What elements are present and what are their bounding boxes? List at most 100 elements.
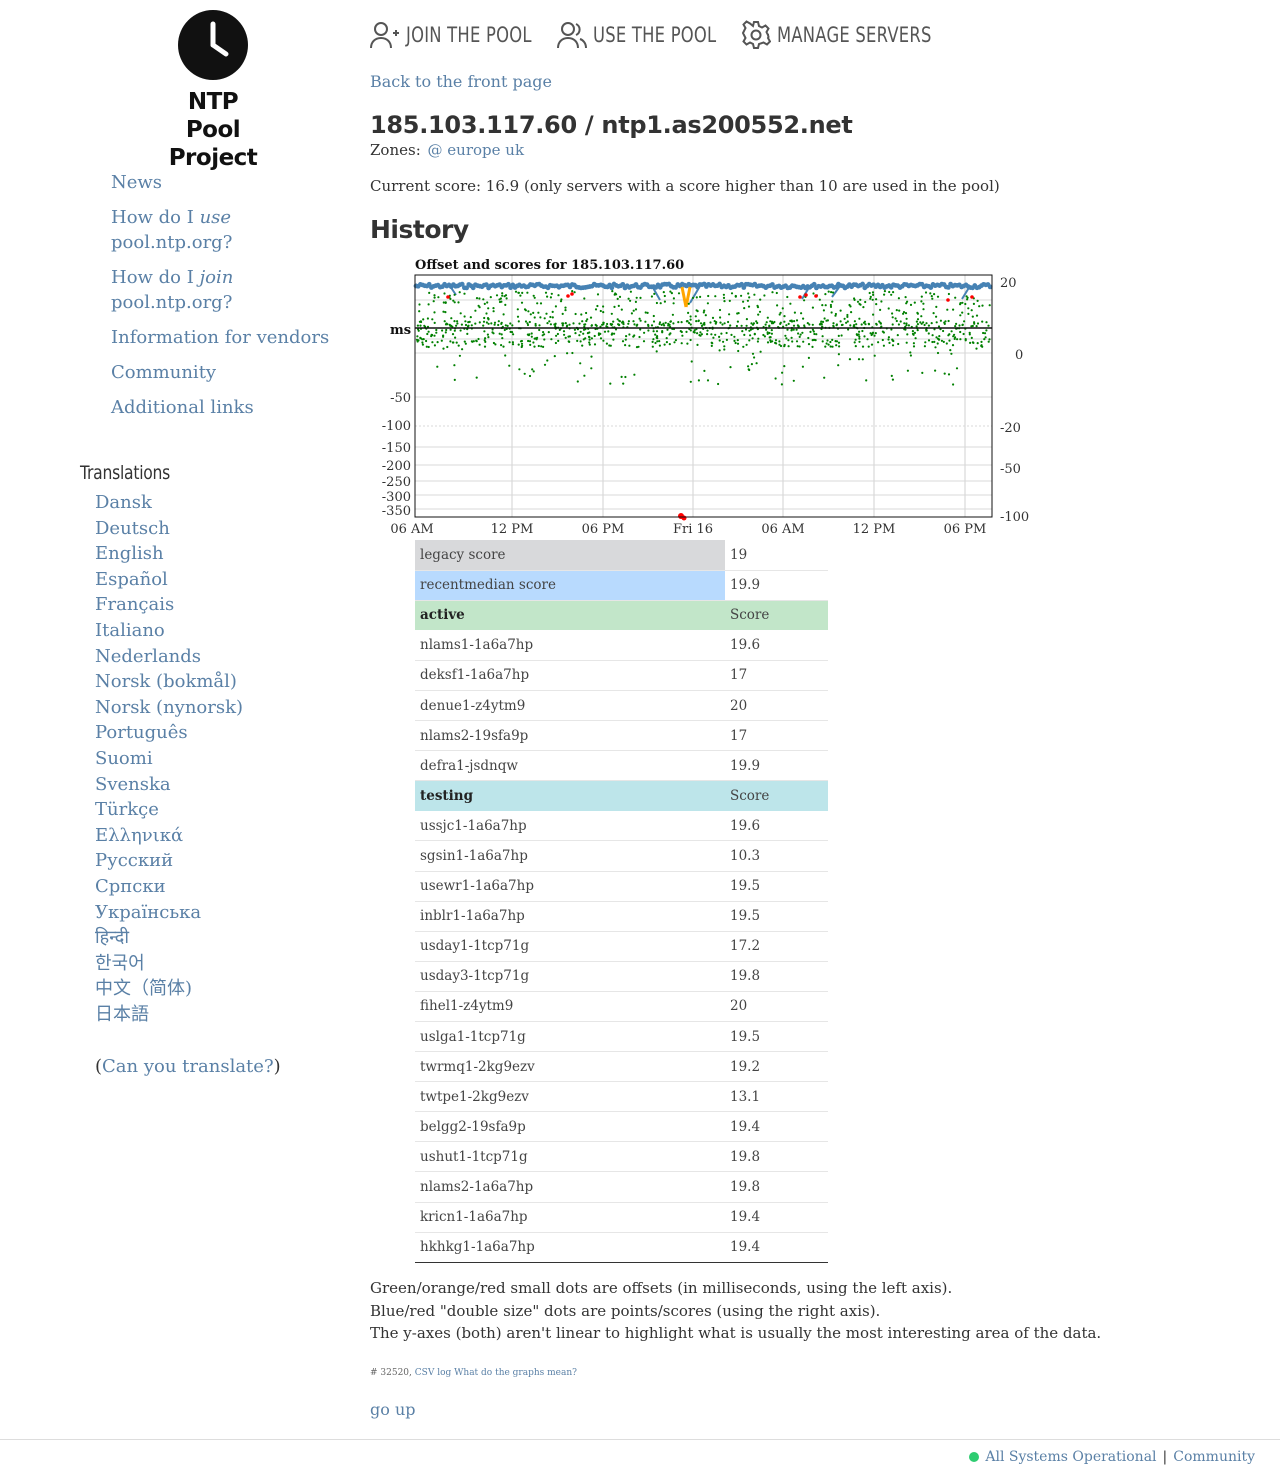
monitor-name-cell: active <box>415 600 725 631</box>
offset-point <box>511 324 514 327</box>
zones-link[interactable]: @ europe uk <box>428 141 525 159</box>
language-link[interactable]: Deutsch <box>95 518 170 539</box>
table-row: usday3-1tcp71g 19.8 <box>415 961 828 992</box>
use-the-pool-link[interactable]: USE THE POOL <box>557 20 721 50</box>
monitor-score-cell: 20 <box>725 991 828 1023</box>
y-left-tick-label: -350 <box>382 504 411 519</box>
offset-point <box>526 322 529 325</box>
offset-point <box>511 343 515 346</box>
go-up-link[interactable]: go up <box>370 1400 416 1419</box>
offset-point <box>472 340 475 343</box>
language-link[interactable]: Українська <box>95 902 201 923</box>
offset-point <box>864 300 867 304</box>
back-to-front-page-link[interactable]: Back to the front page <box>370 72 1250 91</box>
offset-point <box>905 317 908 320</box>
offset-point <box>689 338 692 342</box>
offset-point <box>831 338 834 341</box>
offset-point <box>858 330 861 333</box>
can-you-translate-link[interactable]: Can you translate? <box>102 1056 274 1077</box>
language-link[interactable]: Dansk <box>95 492 152 513</box>
footer-community-link[interactable]: Community <box>1173 1449 1255 1465</box>
nav-community[interactable]: Community <box>111 360 341 385</box>
monitor-name-cell: ussjc1-1a6a7hp <box>415 810 725 842</box>
join-the-pool-link[interactable]: JOIN THE POOL <box>370 20 537 50</box>
language-link[interactable]: Nederlands <box>95 646 201 667</box>
offset-point <box>680 321 683 324</box>
offset-point <box>689 323 692 326</box>
language-link[interactable]: 中文（简体) <box>95 978 192 999</box>
offset-point <box>581 320 584 323</box>
nav-how-use[interactable]: How do I use pool.ntp.org? <box>111 205 341 255</box>
language-link[interactable]: 日本語 <box>95 1004 149 1025</box>
csv-log-link[interactable]: CSV log <box>415 1368 451 1378</box>
graph-meta: # 32520, CSV log What do the graphs mean… <box>370 1368 577 1378</box>
table-row: nlams2-1a6a7hp 19.8 <box>415 1171 828 1203</box>
table-row: usday1-1tcp71g 17.2 <box>415 931 828 962</box>
offset-point <box>829 340 832 344</box>
offset-point <box>940 339 944 342</box>
offset-point <box>861 329 864 333</box>
offset-point <box>639 296 642 299</box>
language-link[interactable]: 한국어 <box>95 953 145 974</box>
language-link[interactable]: Svenska <box>95 774 171 795</box>
offset-point <box>880 300 883 303</box>
offset-point <box>498 332 501 335</box>
language-link[interactable]: Português <box>95 722 188 743</box>
offset-point <box>755 320 758 323</box>
offset-point <box>811 339 814 342</box>
offset-point <box>792 324 796 327</box>
y-right-tick-label: 20 <box>1000 276 1017 291</box>
offset-point <box>971 315 974 318</box>
offset-point <box>478 321 481 324</box>
offset-point <box>887 307 890 310</box>
nav-additional-links[interactable]: Additional links <box>111 395 341 420</box>
offset-point <box>666 328 669 331</box>
nav-how-join[interactable]: How do I join pool.ntp.org? <box>111 265 341 315</box>
monitor-score-cell: 19.6 <box>725 630 828 661</box>
graph-help-link[interactable]: What do the graphs mean? <box>454 1368 577 1378</box>
offset-point <box>947 292 951 296</box>
language-link[interactable]: हिन्दी <box>95 927 129 948</box>
offset-point <box>837 341 841 344</box>
offset-point <box>801 365 804 368</box>
offset-point <box>964 302 967 306</box>
language-link[interactable]: Norsk (nynorsk) <box>95 697 243 718</box>
manage-servers-link[interactable]: MANAGE SERVERS <box>741 20 945 50</box>
monitor-score-cell: 17 <box>725 720 828 752</box>
offset-point <box>853 298 856 301</box>
status-bar: All Systems Operational | Community <box>969 1449 1255 1465</box>
language-link[interactable]: Norsk (bokmål) <box>95 671 237 692</box>
language-link[interactable]: Српски <box>95 876 166 897</box>
language-link[interactable]: Ελληνικά <box>95 825 183 846</box>
offset-point <box>746 299 749 302</box>
language-link[interactable]: Français <box>95 594 174 615</box>
language-link[interactable]: Suomi <box>95 748 153 769</box>
offset-point <box>722 296 726 299</box>
offset-point <box>469 316 472 319</box>
language-item: Português <box>95 720 320 746</box>
language-link[interactable]: English <box>95 543 164 564</box>
offset-point <box>697 319 700 322</box>
language-link[interactable]: Español <box>95 569 168 590</box>
offset-point <box>698 334 701 337</box>
offset-point <box>609 382 612 385</box>
language-link[interactable]: Русский <box>95 850 173 871</box>
nav-news[interactable]: News <box>111 170 341 195</box>
offset-point <box>663 324 666 327</box>
offset-point <box>517 343 520 346</box>
offset-point <box>866 338 869 341</box>
language-item: English <box>95 541 320 567</box>
system-status-link[interactable]: All Systems Operational <box>985 1449 1156 1465</box>
offset-point <box>442 310 445 313</box>
offset-point <box>736 339 739 342</box>
site-logo[interactable]: NTP Pool Project <box>160 10 266 172</box>
offset-point <box>707 294 710 298</box>
language-link[interactable]: Italiano <box>95 620 165 641</box>
offset-point <box>602 339 605 342</box>
nav-vendors[interactable]: Information for vendors <box>111 325 341 350</box>
offset-point <box>763 294 766 297</box>
offset-point <box>688 321 691 325</box>
language-item: Norsk (nynorsk) <box>95 695 320 721</box>
language-link[interactable]: Türkçe <box>95 799 159 820</box>
offset-point <box>796 324 799 327</box>
